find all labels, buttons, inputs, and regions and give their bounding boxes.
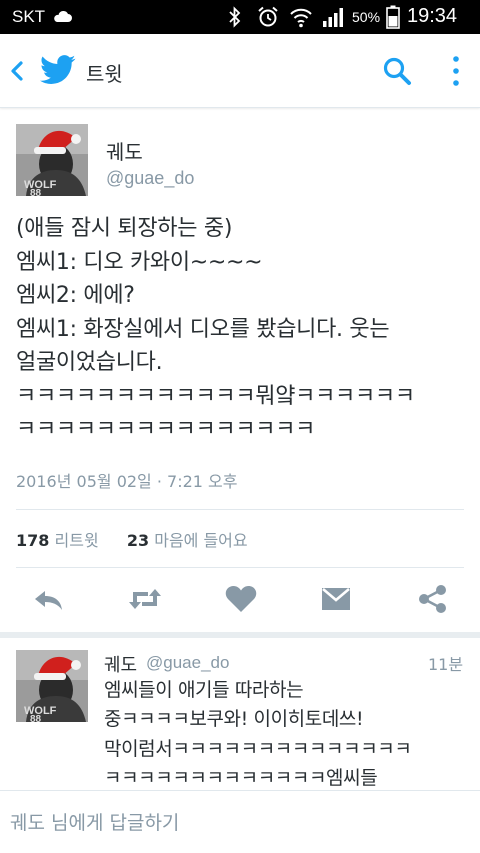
tweet-line: 엠씨1: 화장실에서 디오를 봤습니다. 웃는 <box>16 316 390 342</box>
search-icon[interactable] <box>382 56 412 86</box>
battery-icon <box>386 5 400 29</box>
reply-line: 막이럼서ㅋㅋㅋㅋㅋㅋㅋㅋㅋㅋㅋㅋㅋㅋ <box>104 737 412 760</box>
reply-author-handle[interactable]: @guae_do <box>146 653 229 673</box>
carrier-label: SKT <box>12 7 46 26</box>
author-handle[interactable]: @guae_do <box>106 168 194 189</box>
avatar[interactable]: WOLF 88 <box>16 124 88 196</box>
overflow-menu-icon[interactable] <box>448 54 464 88</box>
reply-composer <box>0 790 480 853</box>
cloud-icon <box>54 10 72 22</box>
svg-text:88: 88 <box>30 714 42 722</box>
tweet-line: (애들 잠시 퇴장하는 중) <box>16 216 233 241</box>
reply-avatar[interactable]: WOLF 88 <box>16 650 88 722</box>
reply-time: 11분 <box>428 655 464 674</box>
like-label[interactable]: 마음에 들어요 <box>154 531 247 550</box>
section-separator <box>0 632 480 638</box>
direct-message-icon[interactable] <box>320 584 354 614</box>
reply-input[interactable] <box>0 791 480 853</box>
status-bar: SKT 50% 19:34 <box>0 0 480 34</box>
like-count[interactable]: 23 <box>127 531 149 550</box>
retweet-icon[interactable] <box>126 584 164 614</box>
author-name[interactable]: 궤도 <box>106 136 143 165</box>
battery-percent: 50% <box>352 9 381 25</box>
tweet-line: ㅋㅋㅋㅋㅋㅋㅋㅋㅋㅋㅋㅋㅋㅋㅋ <box>16 417 316 442</box>
twitter-bird-icon <box>40 55 76 84</box>
app-bar: 트윗 <box>0 34 480 108</box>
reply-text: 엠씨들이 애기들 따라하는 중ㅋㅋㅋㅋ보쿠와! 이이히토데쓰! 막이럼서ㅋㅋㅋㅋ… <box>104 676 474 793</box>
heart-icon[interactable] <box>224 584 258 614</box>
back-arrow-icon[interactable] <box>8 58 26 84</box>
reply-icon[interactable] <box>32 584 66 614</box>
tweet-line: 엠씨1: 디오 카와이~~~~ <box>16 249 263 275</box>
alarm-icon <box>258 6 278 27</box>
bluetooth-icon <box>229 6 241 28</box>
santa-hat-avatar-image: WOLF 88 <box>16 650 88 722</box>
tweet-text: (애들 잠시 퇴장하는 중) 엠씨1: 디오 카와이~~~~ 엠씨2: 에에? … <box>16 212 472 447</box>
divider <box>16 509 464 510</box>
signal-icon <box>323 8 343 27</box>
svg-text:88: 88 <box>30 188 42 196</box>
clock: 19:34 <box>407 5 458 27</box>
page-title: 트윗 <box>86 62 123 86</box>
tweet-line: 얼굴이었습니다. <box>16 350 163 375</box>
retweet-label[interactable]: 리트윗 <box>55 531 99 550</box>
tweet-timestamp: 2016년 05월 02일 · 7:21 오후 <box>16 472 238 491</box>
divider <box>16 567 464 568</box>
reply-line: ㅋㅋㅋㅋㅋㅋㅋㅋㅋㅋㅋㅋㅋ엠씨들 <box>104 766 378 789</box>
tweet-stats: 178 리트윗 23 마음에 들어요 <box>16 527 248 551</box>
wifi-icon <box>290 8 312 28</box>
reply-line: 중ㅋㅋㅋㅋ보쿠와! 이이히토데쓰! <box>104 708 364 731</box>
retweet-count[interactable]: 178 <box>16 531 49 550</box>
reply-author-name[interactable]: 궤도 <box>104 651 137 677</box>
reply-line: 엠씨들이 애기들 따라하는 <box>104 679 304 701</box>
share-icon[interactable] <box>416 584 450 614</box>
tweet-line: ㅋㅋㅋㅋㅋㅋㅋㅋㅋㅋㅋㅋ뭐얔ㅋㅋㅋㅋㅋㅋ <box>16 383 415 409</box>
santa-hat-avatar-image: WOLF 88 <box>16 124 88 196</box>
tweet-line: 엠씨2: 에에? <box>16 283 135 308</box>
